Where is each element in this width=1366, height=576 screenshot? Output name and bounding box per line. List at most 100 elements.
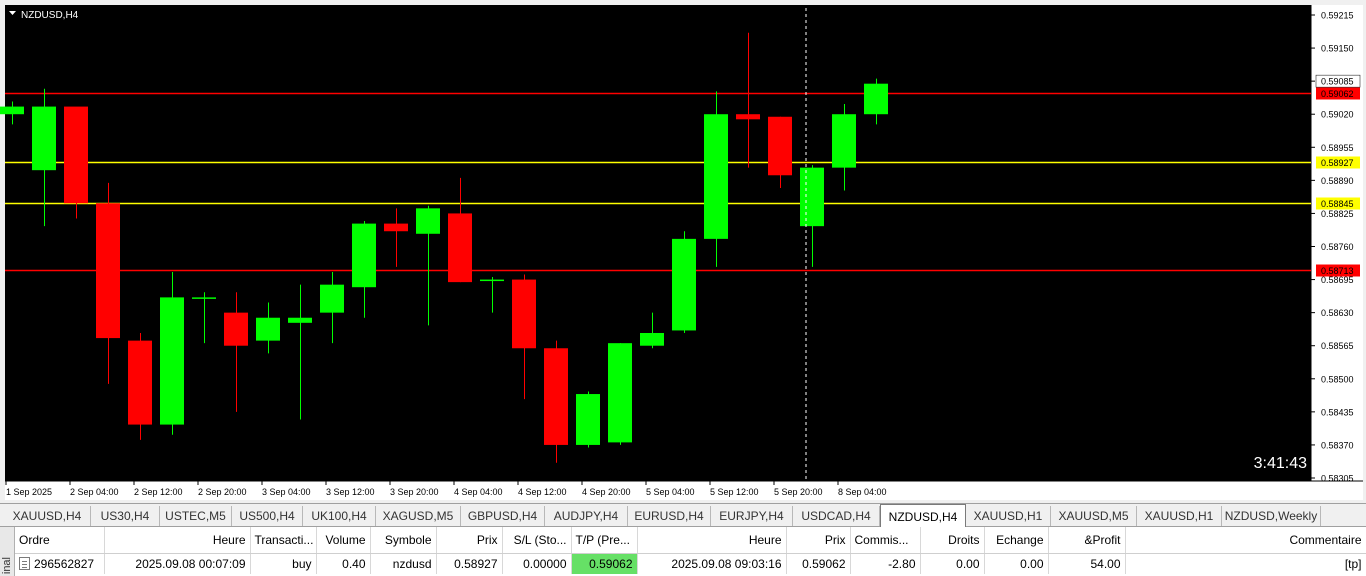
chart-tab[interactable]: EURJPY,H4 [711, 506, 793, 526]
open-price-cell: 0.58927 [436, 553, 503, 574]
column-header[interactable]: Heure [104, 527, 251, 554]
terminal-panel: inal Ordre Heure Transacti... Volume Symbole… [0, 527, 1366, 576]
price-tick-label: 0.59020 [1321, 110, 1354, 120]
volume-cell: 0.40 [316, 553, 371, 574]
candle-body [768, 116, 792, 176]
time-tick-label: 4 Sep 04:00 [454, 487, 503, 497]
profit-cell: 54.00 [1048, 553, 1126, 574]
time-tick-label: 5 Sep 04:00 [646, 487, 695, 497]
time-tick-label: 2 Sep 20:00 [198, 487, 247, 497]
price-tick-label: 0.58825 [1321, 209, 1354, 219]
price-tick-label: 0.58760 [1321, 242, 1354, 252]
candle-body [576, 394, 600, 445]
bar-countdown-timer: 3:41:43 [1254, 455, 1307, 472]
time-tick-label: 3 Sep 20:00 [390, 487, 439, 497]
chart-tab[interactable]: USTEC,M5 [160, 506, 232, 526]
table-header-row: Ordre Heure Transacti... Volume Symbole Prix S… [15, 527, 1366, 554]
order-cell[interactable]: 296562827 [15, 553, 105, 574]
candle-body [864, 83, 888, 115]
chart-tab[interactable]: XAUUSD,H1 [1137, 506, 1222, 526]
chart-tab[interactable]: NZDUSD,Weekly [1222, 506, 1321, 526]
candle-body [160, 297, 184, 425]
bid-price-text: 0.59085 [1321, 77, 1354, 87]
plot-area[interactable] [5, 5, 1311, 481]
candle [544, 340, 568, 463]
candle-body [544, 348, 568, 445]
time-tick-label: 4 Sep 20:00 [582, 487, 631, 497]
candle-body [480, 279, 504, 282]
chart-tab[interactable]: US30,H4 [91, 506, 160, 526]
level-tag-text: 0.58927 [1321, 158, 1354, 168]
chart-tab[interactable]: US500,H4 [232, 506, 303, 526]
time-tick-label: 4 Sep 12:00 [518, 487, 567, 497]
column-header[interactable]: Ordre [15, 527, 105, 554]
time-tick-label: 1 Sep 2025 [6, 487, 52, 497]
terminal-label-text: inal [1, 556, 13, 574]
chart-tab[interactable]: EURUSD,H4 [628, 506, 711, 526]
column-header[interactable]: S/L (Sto... [502, 527, 572, 554]
candle-body [416, 208, 440, 234]
time-tick-label: 3 Sep 12:00 [326, 487, 375, 497]
column-header[interactable]: Prix [436, 527, 503, 554]
chart-tabs-bar: XAUUSD,H4 US30,H4 USTEC,M5 US500,H4 UK100,H4… [0, 503, 1366, 528]
candle [128, 332, 152, 440]
swap-cell: 0.00 [984, 553, 1049, 574]
time-tick-label: 5 Sep 20:00 [774, 487, 823, 497]
level-tag-text: 0.58845 [1321, 199, 1354, 209]
column-header[interactable]: Heure [637, 527, 787, 554]
trade-history-table: Ordre Heure Transacti... Volume Symbole Prix S… [15, 527, 1366, 574]
comment-cell: [tp] [1125, 553, 1366, 574]
candle-body [96, 203, 120, 339]
chart-tab[interactable]: USDCAD,H4 [793, 506, 880, 526]
column-header[interactable]: T/P (Pre... [571, 527, 638, 554]
candle [672, 231, 696, 333]
price-tick-label: 0.58630 [1321, 308, 1354, 318]
candle [608, 343, 632, 445]
chart-tab[interactable]: UK100,H4 [303, 506, 376, 526]
candle-body [64, 106, 88, 204]
price-tick-label: 0.58565 [1321, 341, 1354, 351]
price-tick-label: 0.58890 [1321, 176, 1354, 186]
chart-tab[interactable]: GBPUSD,H4 [461, 506, 545, 526]
column-header[interactable]: Commis... [850, 527, 921, 554]
chart-tab[interactable]: XAUUSD,H1 [966, 506, 1051, 526]
close-time-cell: 2025.09.08 09:03:16 [637, 553, 787, 574]
commission-cell: -2.80 [850, 553, 921, 574]
chart-tab[interactable]: XAUUSD,H4 [4, 506, 91, 526]
candle-body [320, 284, 344, 313]
column-header[interactable]: Droits [920, 527, 985, 554]
terminal-side-label[interactable]: inal [0, 527, 15, 576]
chart-window[interactable]: 0.59215 0.59150 0.59085 0.59020 0.58955 0.588… [0, 0, 1366, 503]
column-header[interactable]: Transacti... [250, 527, 317, 554]
chart-tab[interactable]: XAGUSD,M5 [376, 506, 461, 526]
price-tick-label: 0.58955 [1321, 143, 1354, 153]
chart-tab[interactable]: XAUUSD,M5 [1051, 506, 1137, 526]
time-tick-label: 2 Sep 12:00 [134, 487, 183, 497]
column-header[interactable]: Commentaire [1125, 527, 1366, 554]
price-tick-label: 0.58500 [1321, 374, 1354, 384]
column-header[interactable]: Symbole [370, 527, 437, 554]
symbol-cell: nzdusd [370, 553, 437, 574]
column-header[interactable]: Volume [316, 527, 371, 554]
price-chart[interactable]: 0.59215 0.59150 0.59085 0.59020 0.58955 0.588… [0, 0, 1366, 503]
candle [64, 106, 88, 219]
column-header[interactable]: &Profit [1048, 527, 1126, 554]
candle-body [672, 238, 696, 331]
candle-body [512, 279, 536, 349]
time-tick-label: 8 Sep 04:00 [838, 487, 887, 497]
price-tick-label: 0.59150 [1321, 44, 1354, 54]
price-tick-label: 0.58435 [1321, 407, 1354, 417]
time-tick-label: 5 Sep 12:00 [710, 487, 759, 497]
table-row[interactable]: 296562827 2025.09.08 00:07:09 buy 0.40 n… [15, 553, 1366, 574]
chart-tab[interactable]: AUDJPY,H4 [545, 506, 628, 526]
order-number: 296562827 [34, 557, 95, 571]
close-price-cell: 0.59062 [786, 553, 851, 574]
candle-body [128, 340, 152, 425]
column-header[interactable]: Echange [984, 527, 1049, 554]
candle-body [608, 343, 632, 443]
sl-cell: 0.00000 [502, 553, 572, 574]
column-header[interactable]: Prix [786, 527, 851, 554]
candle-body [736, 114, 760, 120]
order-document-icon [19, 557, 30, 570]
chart-tab[interactable]: NZDUSD,H4 [880, 504, 966, 528]
